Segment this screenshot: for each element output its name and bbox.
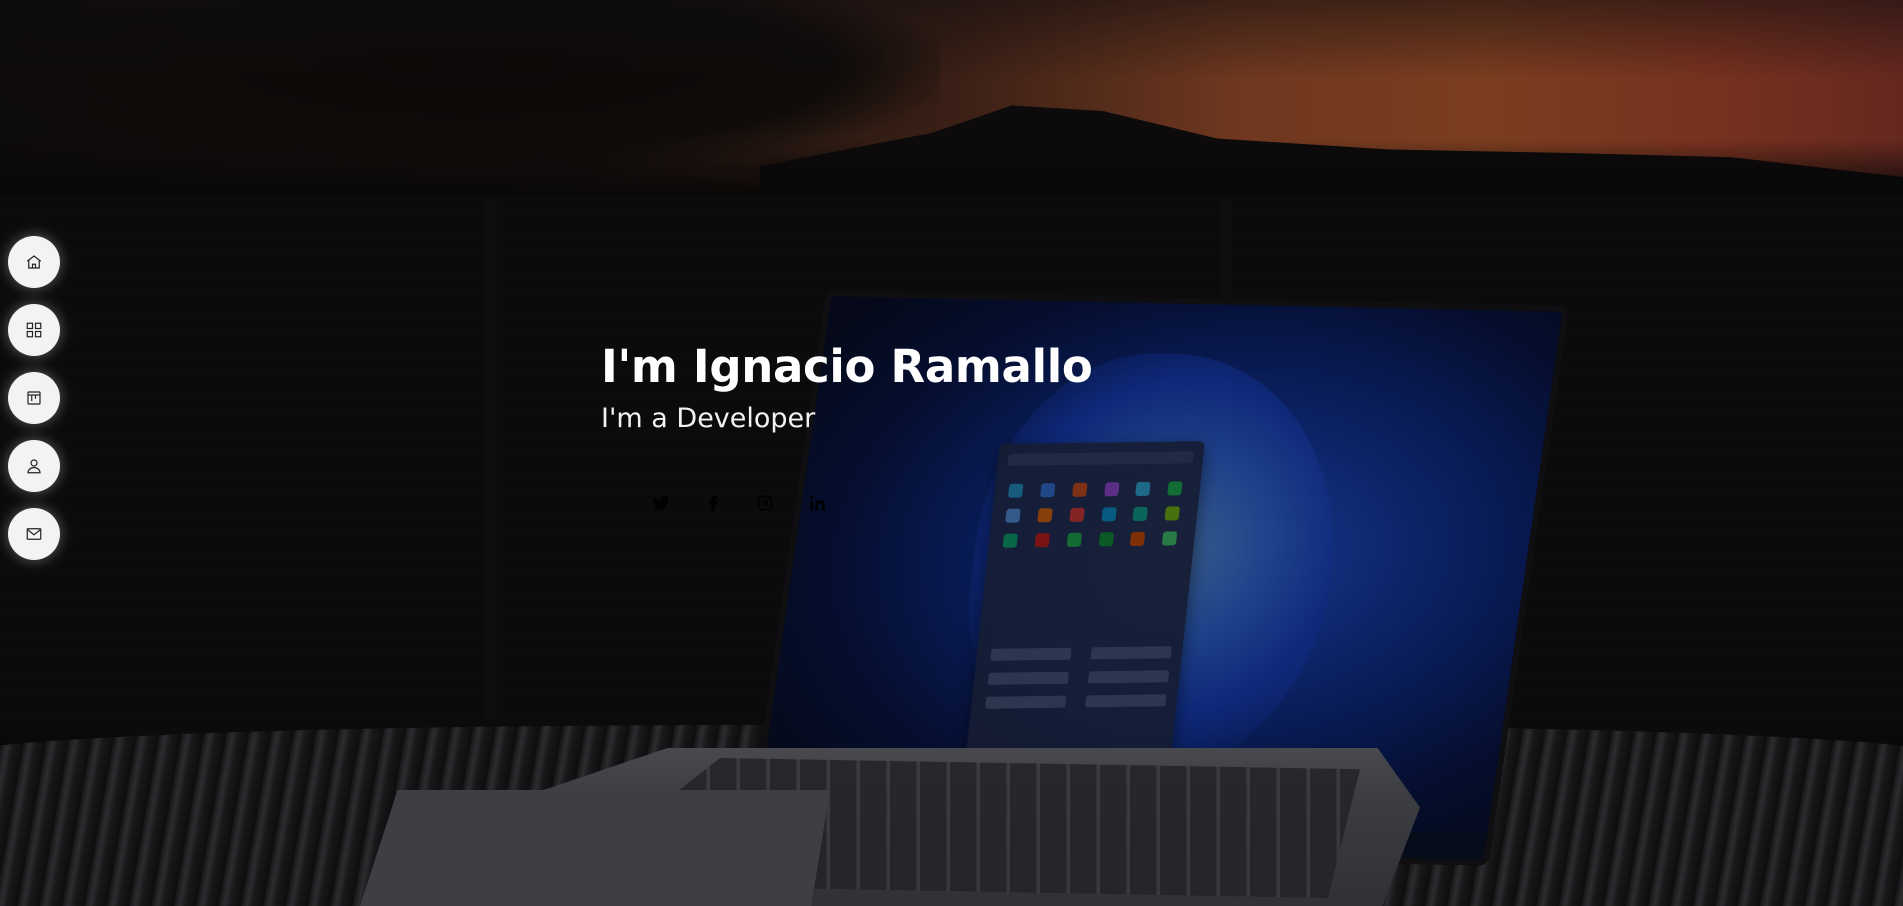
hero-text: I'm Ignacio Ramallo I'm a Developer: [601, 340, 1093, 434]
facebook-link[interactable]: [700, 490, 725, 515]
hero-background: [0, 0, 1903, 906]
hero-subtitle: I'm a Developer: [601, 403, 816, 434]
instagram-link[interactable]: [752, 490, 777, 515]
nav-contact-button[interactable]: [8, 508, 60, 560]
portfolio-icon: [27, 391, 41, 405]
nav-portfolio-button[interactable]: [8, 372, 60, 424]
facebook-icon: [708, 495, 718, 511]
hero-title: I'm Ignacio Ramallo: [601, 340, 1093, 393]
instagram-icon: [757, 495, 772, 510]
nav-about-button[interactable]: [8, 440, 60, 492]
twitter-icon: [652, 495, 670, 510]
mail-icon: [26, 528, 42, 540]
social-links: [648, 490, 829, 515]
nav-services-button[interactable]: [8, 304, 60, 356]
linkedin-icon: [809, 495, 825, 510]
linkedin-link[interactable]: [804, 490, 829, 515]
side-nav: [8, 236, 60, 560]
home-icon: [26, 255, 42, 269]
grid-icon: [26, 322, 42, 338]
twitter-link[interactable]: [648, 490, 673, 515]
nav-home-button[interactable]: [8, 236, 60, 288]
user-icon: [27, 459, 41, 474]
